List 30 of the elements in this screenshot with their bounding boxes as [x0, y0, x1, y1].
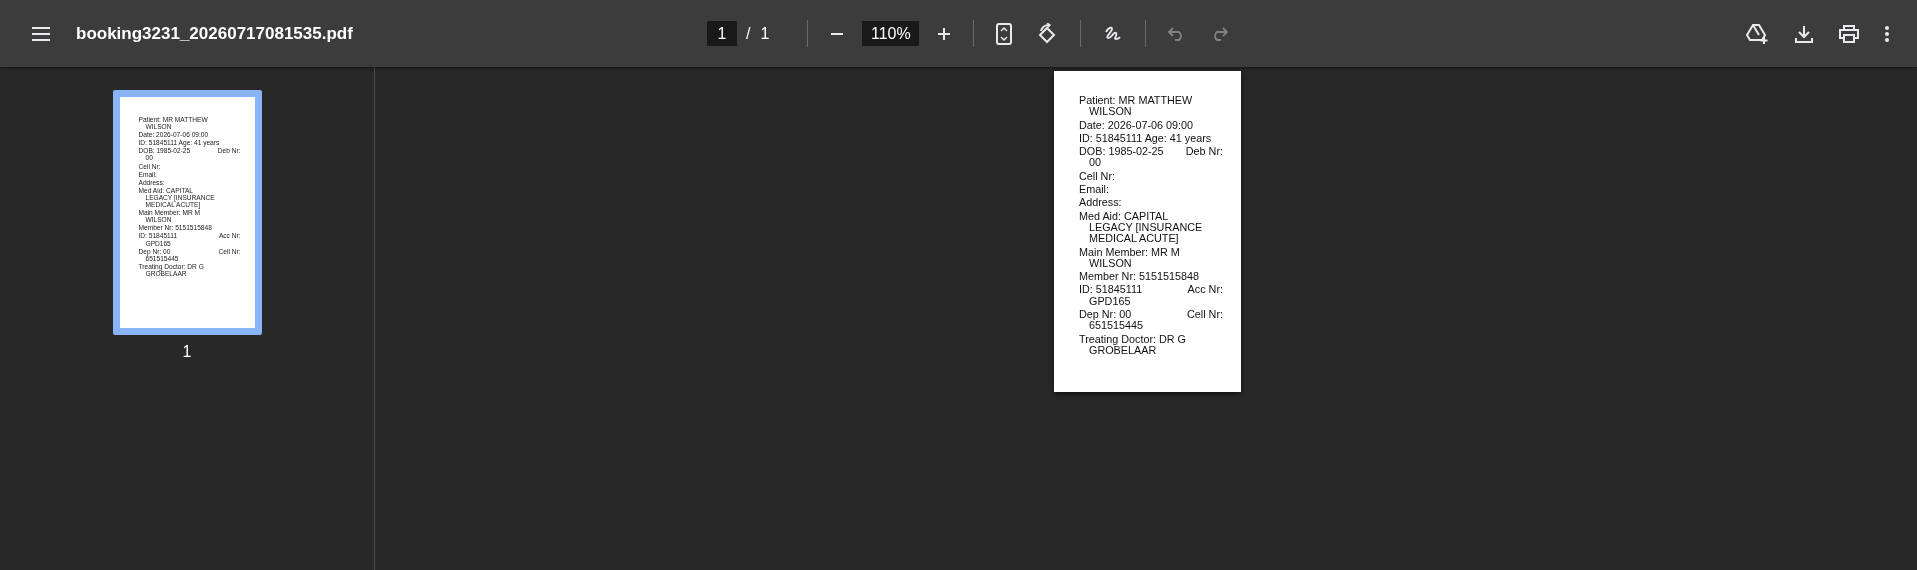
field-text: Email:: [1079, 184, 1109, 196]
field-text: Deb Nr:: [1185, 146, 1223, 158]
field-text: MEDICAL ACUTE]: [1089, 232, 1179, 245]
field-text: Med Aid: CAPITAL: [1079, 210, 1169, 222]
page-number: 1: [182, 343, 192, 361]
page-total: 1: [760, 24, 770, 43]
field-text: ID: 51845111: [1079, 284, 1143, 296]
field-text: WILSON: [1089, 105, 1132, 118]
zoom-input[interactable]: 110%: [862, 21, 920, 46]
page-separator: /: [746, 24, 751, 43]
field-text: Cell Nr:: [1079, 170, 1115, 183]
field-text: Date: 2026-07-06 09:00: [1079, 119, 1194, 131]
field-text: Cell Nr:: [1187, 309, 1223, 321]
field-text: LEGACY [INSURANCE: [1089, 220, 1203, 233]
field-text: ID: 51845111 Age: 41 years: [1079, 132, 1212, 145]
field-text: Treating Doctor: DR G: [1079, 333, 1186, 345]
field-text: Patient: MR MATTHEW: [1079, 95, 1193, 107]
field-text: Acc Nr:: [1187, 284, 1223, 296]
field-text: 651515445: [1089, 319, 1144, 332]
field-text: 00: [1089, 156, 1101, 169]
field-text: Address:: [1079, 197, 1122, 209]
field-text: Main Member: MR M: [1079, 246, 1180, 258]
field-text: Dep Nr: 00: [1079, 309, 1132, 321]
page-thumbnail[interactable]: [112, 90, 262, 335]
field-text: DOB: 1985-02-25: [1079, 146, 1164, 158]
field-text: Member Nr: 5151515848: [1079, 271, 1200, 283]
page-input[interactable]: 1: [707, 21, 737, 46]
document-title: booking3231_20260717081535.pdf: [76, 23, 353, 44]
field-text: GPD165: [1089, 294, 1131, 307]
field-text: WILSON: [1089, 256, 1132, 269]
